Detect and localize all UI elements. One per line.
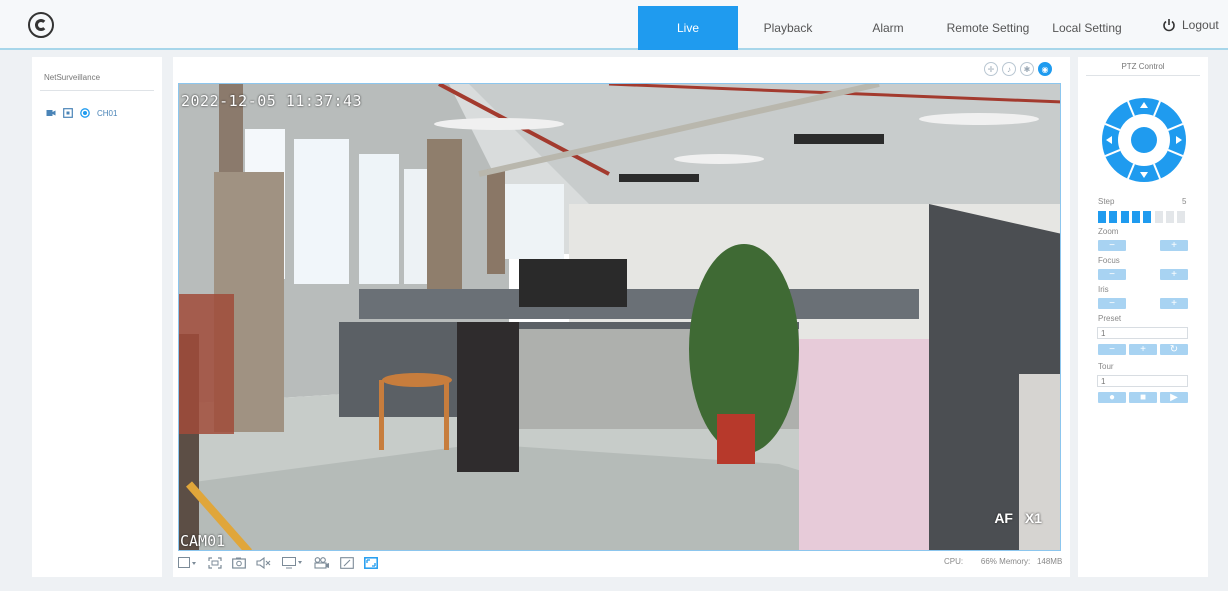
device-tree-title: NetSurveillance	[44, 73, 101, 82]
preset-input[interactable]: 1	[1097, 327, 1188, 339]
osd-af-zoom: AF X1	[994, 510, 1042, 526]
snapshot-channel-icon[interactable]	[63, 108, 73, 118]
ptz-title: PTZ Control	[1121, 62, 1165, 71]
zoom-in-button[interactable]: +	[1160, 240, 1188, 251]
step-value: 5	[1182, 197, 1187, 206]
tour-record-button[interactable]: ●	[1098, 392, 1126, 403]
focus-far-button[interactable]: +	[1160, 269, 1188, 280]
nav-tab-remote-setting[interactable]: Remote Setting	[942, 6, 1034, 50]
app-logo-icon	[28, 12, 54, 38]
preset-add-button[interactable]: +	[1129, 344, 1157, 355]
logout-label: Logout	[1182, 18, 1219, 32]
step-level-block[interactable]	[1131, 211, 1140, 223]
preset-delete-button[interactable]: −	[1098, 344, 1126, 355]
osd-timestamp: 2022-12-05 11:37:43	[181, 92, 363, 110]
step-level-block[interactable]	[1109, 211, 1118, 223]
osd-camera-name: CAM01	[180, 532, 226, 550]
system-stats: CPU: 66% Memory: 148MB	[944, 557, 1062, 566]
divider	[1086, 75, 1200, 76]
device-tree-panel: NetSurveillance	[32, 57, 162, 577]
tour-stop-button[interactable]: ■	[1129, 392, 1157, 403]
logout-button[interactable]: Logout	[1162, 18, 1219, 32]
video-bottom-toolbar	[178, 556, 378, 570]
video-feed[interactable]: 2022-12-05 11:37:43 CAM01 AF X1	[178, 83, 1061, 551]
snapshot-icon[interactable]	[232, 556, 246, 570]
divider	[40, 90, 154, 91]
zoom-label: Zoom	[1098, 227, 1119, 236]
nav-tab-live[interactable]: Live	[638, 6, 738, 50]
step-level-block[interactable]	[1177, 211, 1186, 223]
stream-icon[interactable]	[282, 556, 304, 570]
cpu-label: CPU:	[944, 557, 964, 566]
iris-close-button[interactable]: −	[1098, 298, 1126, 309]
focus-near-button[interactable]: −	[1098, 269, 1126, 280]
ptz-direction-icon[interactable]: ✛	[984, 62, 998, 76]
step-label: Step	[1098, 197, 1115, 206]
fullscreen-icon[interactable]	[208, 556, 222, 570]
cpu-value: 66%	[980, 557, 997, 566]
nav-tab-local-setting[interactable]: Local Setting	[1046, 6, 1128, 50]
iris-label: Iris	[1098, 285, 1109, 294]
channel-row-ch01[interactable]: CH01	[46, 108, 117, 118]
preset-label: Preset	[1098, 314, 1122, 323]
step-level-block[interactable]	[1098, 211, 1106, 223]
fisheye-icon[interactable]: ✱	[1020, 62, 1034, 76]
live-channel-icon[interactable]	[80, 108, 90, 118]
channel-label[interactable]: CH01	[97, 109, 117, 118]
microphone-icon[interactable]: ♪	[1002, 62, 1016, 76]
ptz-toggle-icon[interactable]	[364, 556, 378, 570]
mute-icon[interactable]	[256, 556, 272, 570]
zoom-out-button[interactable]: −	[1098, 240, 1126, 251]
ptz-panel-icon[interactable]: ◉	[1038, 62, 1052, 76]
power-icon	[1162, 18, 1176, 32]
iris-open-button[interactable]: +	[1160, 298, 1188, 309]
nav-tab-alarm[interactable]: Alarm	[848, 6, 928, 50]
step-level-block[interactable]	[1154, 211, 1163, 223]
layout-icon[interactable]	[178, 556, 198, 570]
record-channel-icon[interactable]	[46, 108, 56, 118]
top-bar	[0, 0, 1228, 50]
video-top-toolbar: ✛ ♪ ✱ ◉	[984, 62, 1052, 76]
tour-input[interactable]: 1	[1097, 375, 1188, 387]
step-level-block[interactable]	[1120, 211, 1129, 223]
memory-label: Memory:	[999, 557, 1031, 566]
memory-value: 148MB	[1036, 557, 1063, 566]
nav-tab-playback[interactable]: Playback	[746, 6, 830, 50]
preset-goto-button[interactable]: ↻	[1160, 344, 1188, 355]
tour-label: Tour	[1098, 362, 1114, 371]
tour-start-button[interactable]: ▶	[1160, 392, 1188, 403]
digital-zoom-icon[interactable]	[340, 556, 354, 570]
focus-label: Focus	[1098, 256, 1120, 265]
step-level-block[interactable]	[1143, 211, 1152, 223]
record-icon[interactable]	[314, 556, 330, 570]
step-level-block[interactable]	[1165, 211, 1174, 223]
ptz-direction-wheel[interactable]	[1100, 96, 1188, 184]
camera-scene-image	[179, 84, 1060, 550]
